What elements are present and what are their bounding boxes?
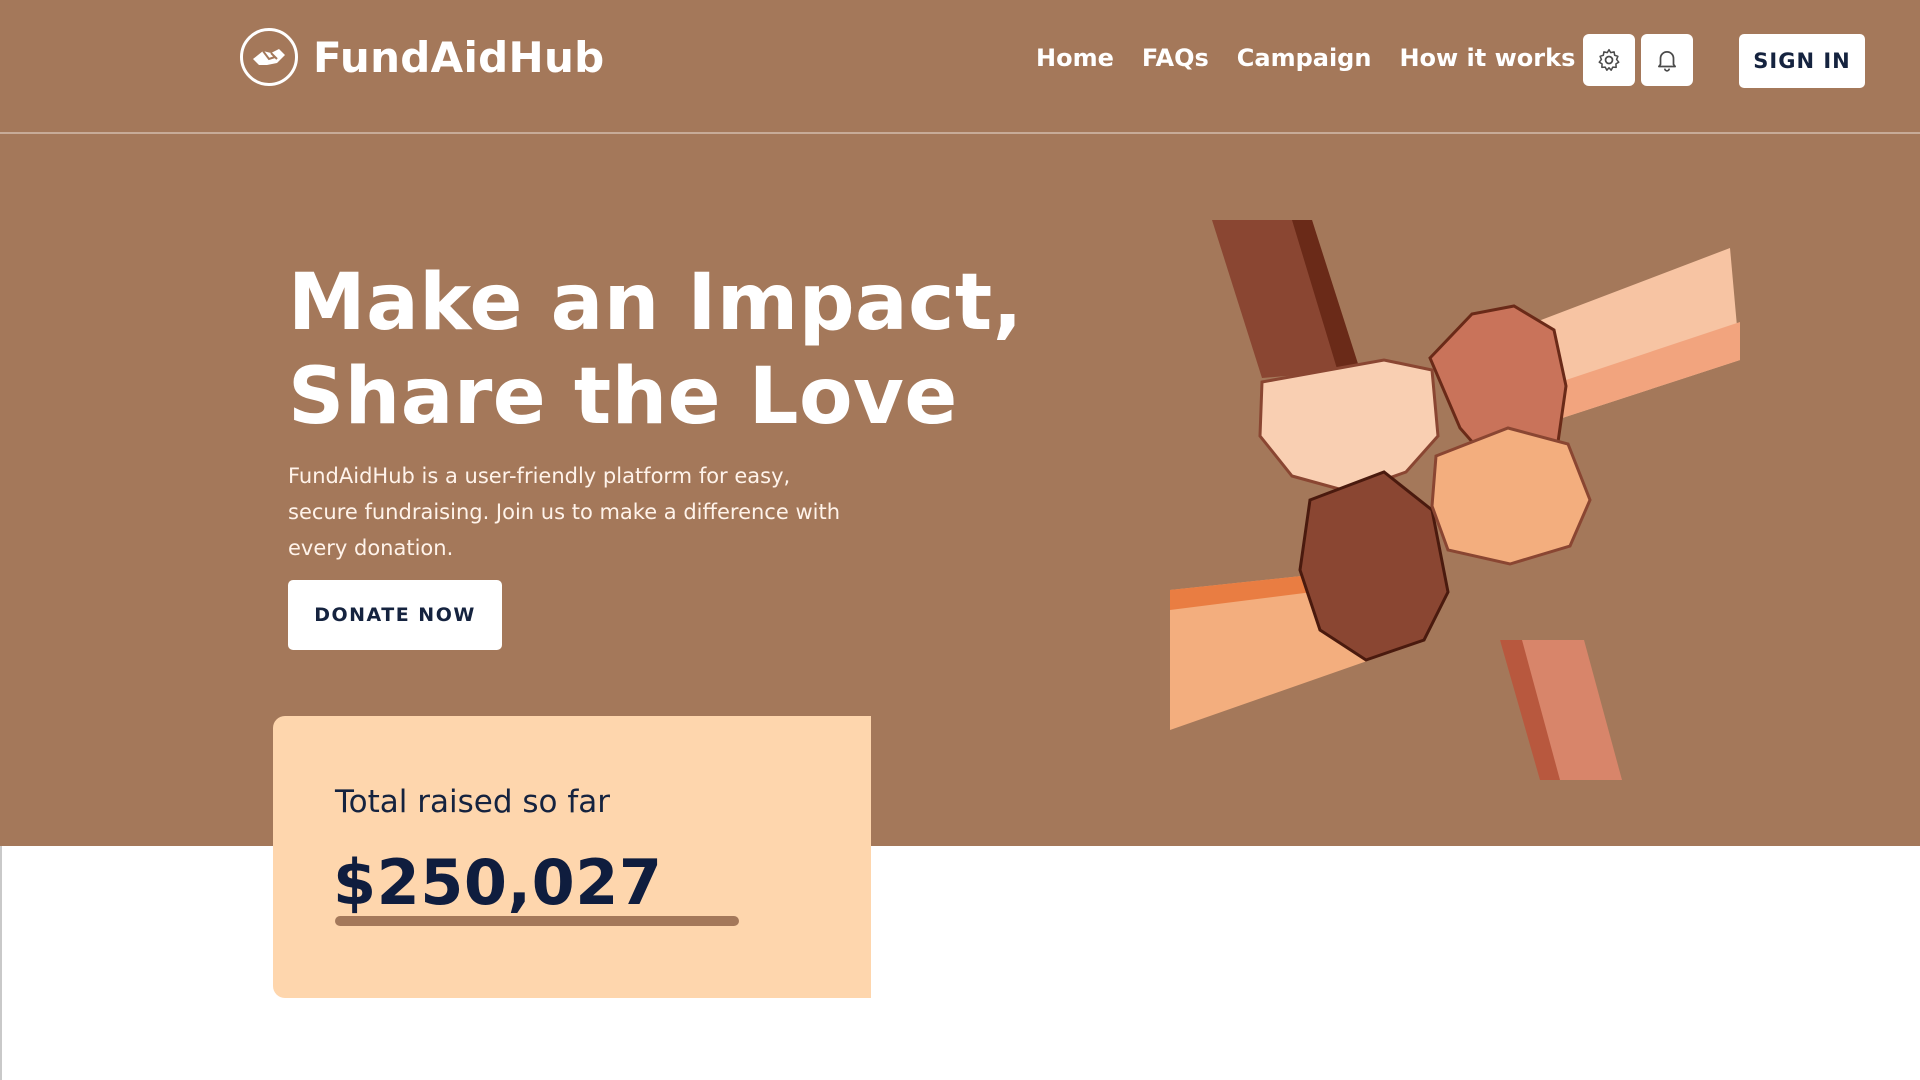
nav-links: Home FAQs Campaign How it works xyxy=(1036,44,1603,72)
brand-name: FundAidHub xyxy=(313,32,605,82)
hero-description: FundAidHub is a user-friendly platform f… xyxy=(288,464,840,560)
nav-link-campaign[interactable]: Campaign xyxy=(1237,44,1372,72)
amount-underline xyxy=(335,916,739,926)
stacked-hands-illustration xyxy=(1170,220,1740,780)
sign-in-button[interactable]: SIGN IN xyxy=(1739,34,1865,88)
settings-button[interactable] xyxy=(1583,34,1635,86)
total-raised-amount: $250,027 xyxy=(333,846,663,919)
hero-title: Make an Impact, Share the Love xyxy=(288,256,1023,444)
navbar: FundAidHub Home FAQs Campaign How it wor… xyxy=(0,0,1920,134)
page-edge-divider xyxy=(0,846,2,1080)
nav-link-faqs[interactable]: FAQs xyxy=(1142,44,1209,72)
gear-icon xyxy=(1598,48,1620,71)
donate-now-button[interactable]: DONATE NOW xyxy=(288,580,502,650)
total-raised-card: Total raised so far $250,027 xyxy=(273,716,871,998)
helping-hands-icon xyxy=(240,28,298,86)
brand[interactable]: FundAidHub xyxy=(240,28,605,86)
hero-title-line-2: Share the Love xyxy=(288,352,958,442)
total-raised-label: Total raised so far xyxy=(335,784,610,820)
nav-link-how-it-works[interactable]: How it works xyxy=(1399,44,1575,72)
hero-title-line-1: Make an Impact, xyxy=(288,258,1023,348)
bell-icon xyxy=(1658,51,1676,72)
notifications-button[interactable] xyxy=(1641,34,1693,86)
nav-link-home[interactable]: Home xyxy=(1036,44,1114,72)
